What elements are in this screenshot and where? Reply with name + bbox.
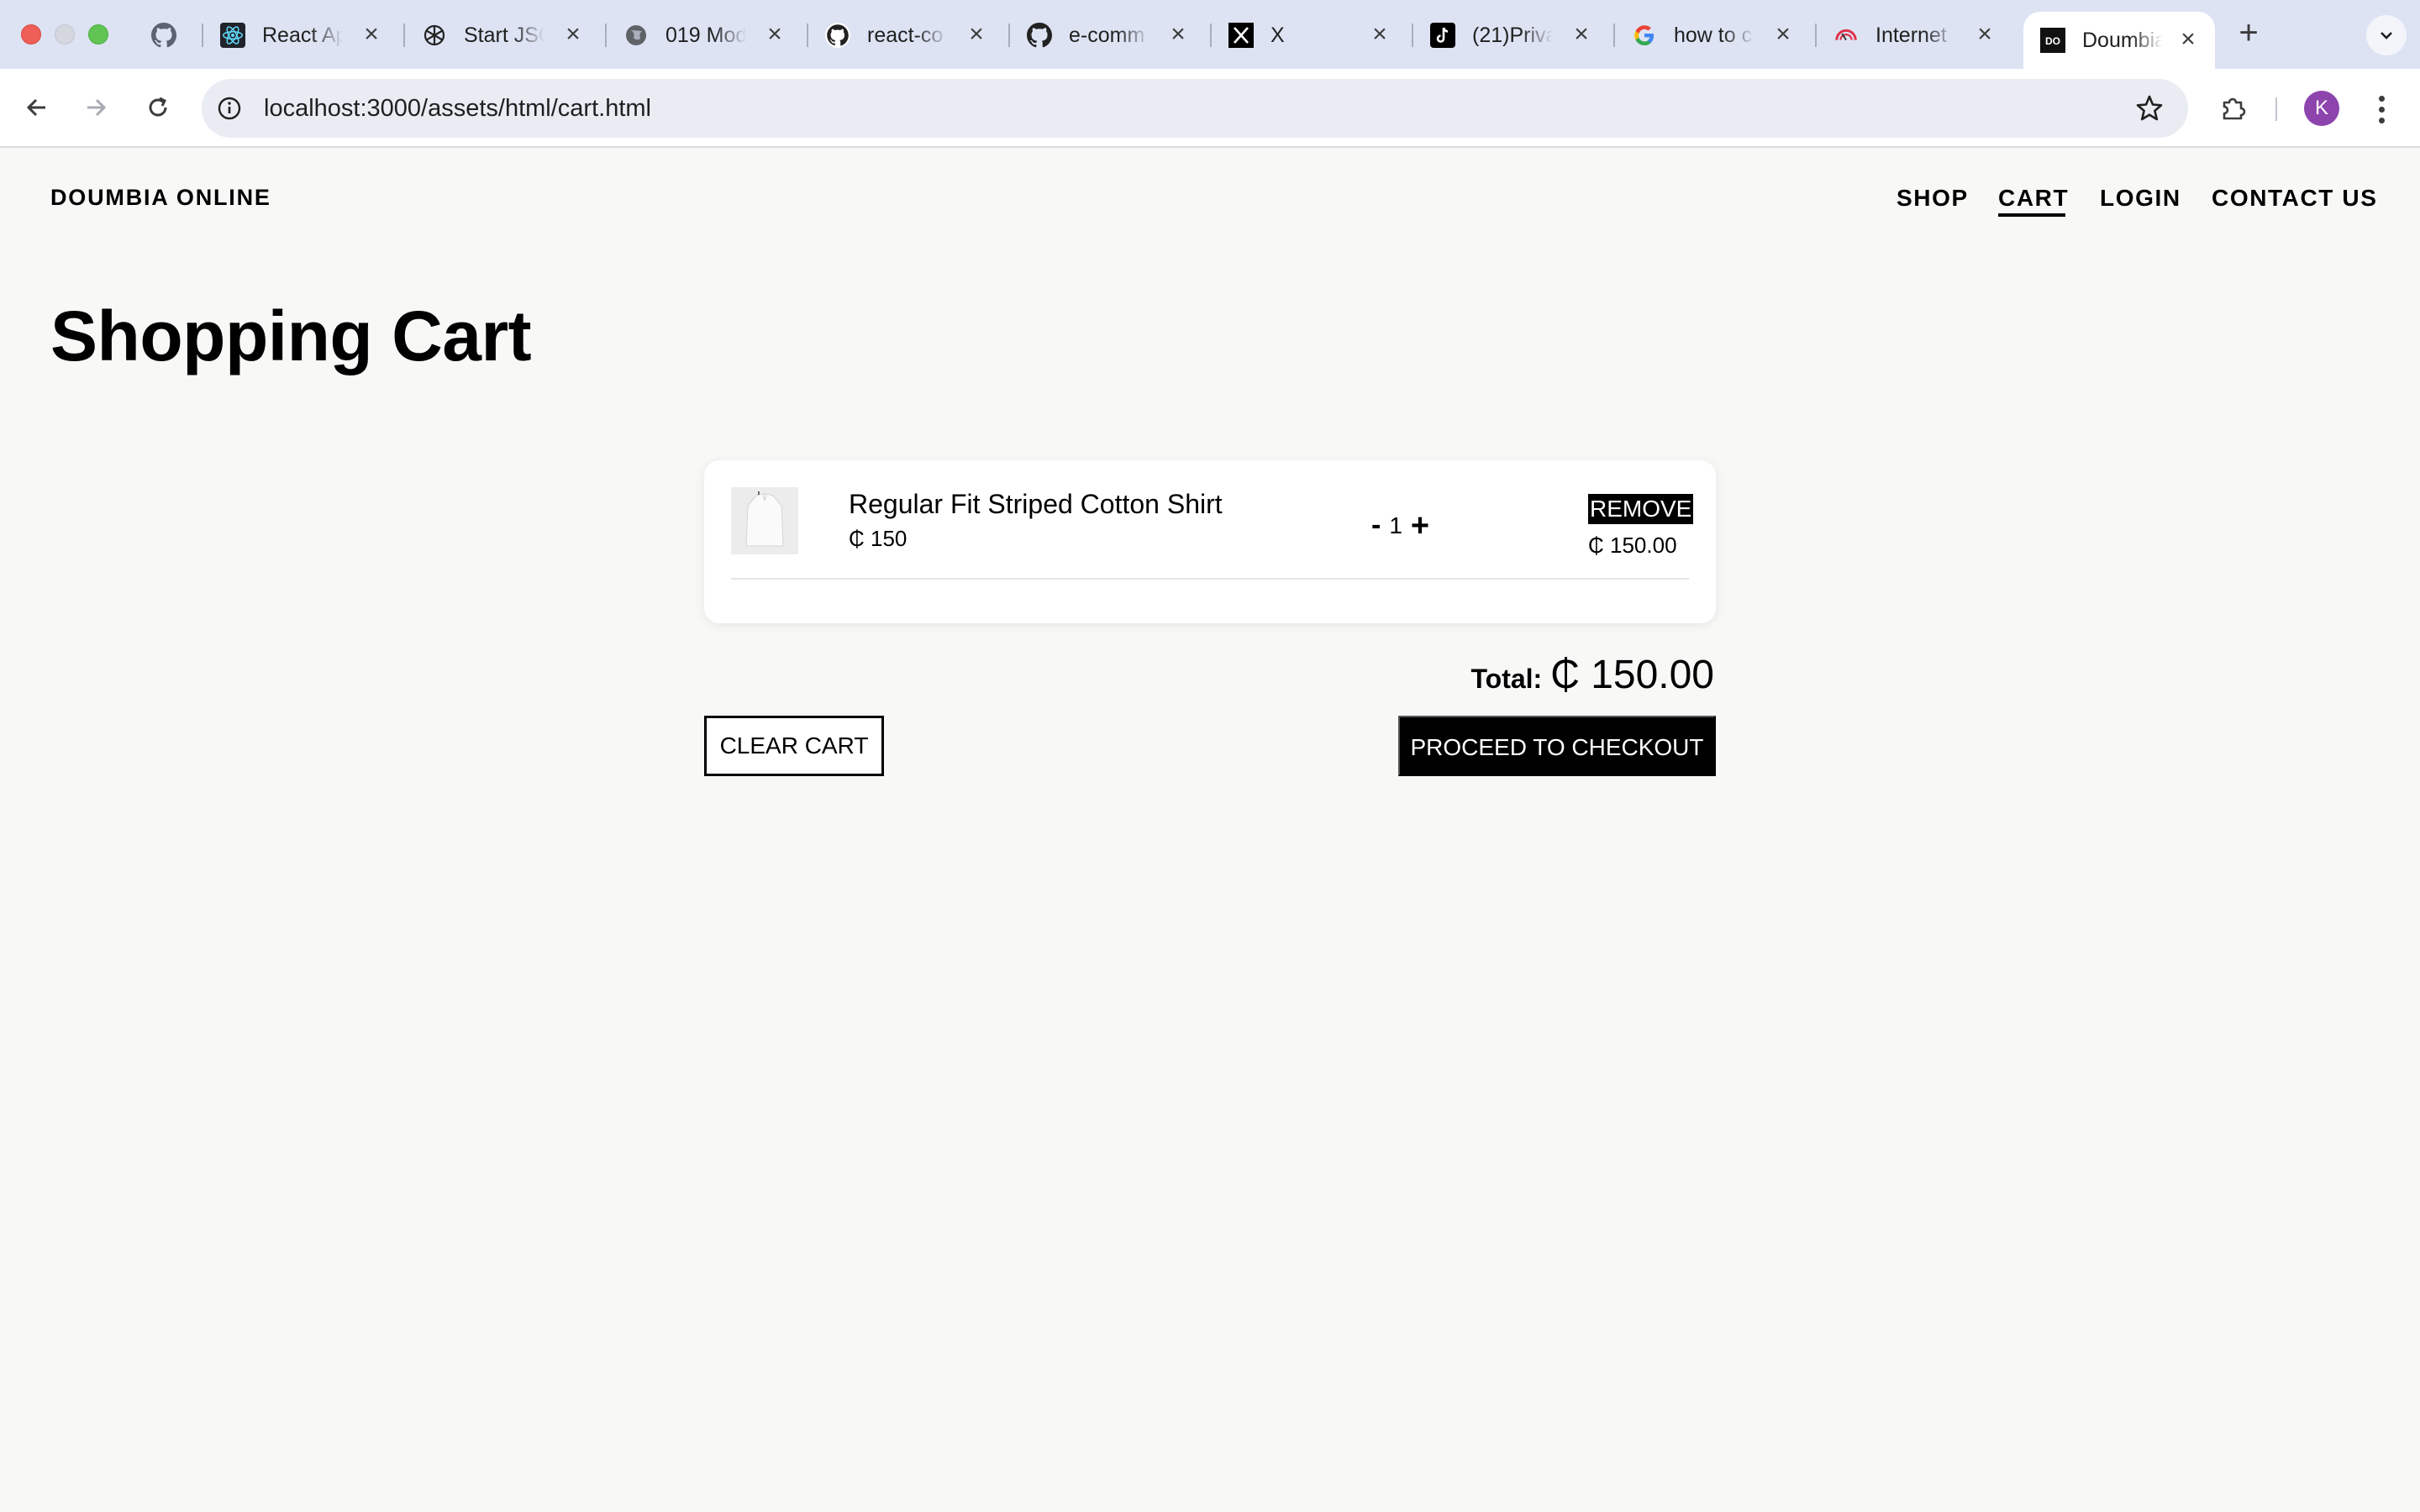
github-icon [1027,23,1052,48]
nav-link-cart[interactable]: CART [1998,185,2069,212]
chevron-down-icon [2381,32,2392,39]
browser-tab[interactable]: React App × [220,15,385,55]
tab-close-icon[interactable]: × [1770,22,1797,49]
window-close-button[interactable] [21,24,41,45]
browser-tab[interactable]: Internet × [1833,15,1998,55]
clear-cart-button[interactable]: CLEAR CART [704,716,884,776]
url-text[interactable]: localhost:3000/assets/html/cart.html [264,95,651,123]
tab-title: (21)Priva [1472,23,1553,47]
address-bar[interactable]: localhost:3000/assets/html/cart.html [202,79,2188,138]
shirt-image [731,487,798,554]
back-button[interactable] [17,87,57,128]
browser-menu-button[interactable] [2363,91,2400,128]
site-info-icon[interactable] [212,91,247,126]
browser-tab[interactable] [151,15,180,55]
tab-close-icon[interactable]: × [963,22,990,49]
react-icon [220,23,245,48]
tab-close-icon[interactable]: × [1165,22,1192,49]
total-value: ₵ 150.00 [1550,653,1714,697]
openai-icon [422,23,447,48]
quantity-value: 1 [1389,512,1402,538]
tab-title: react-co [867,23,944,47]
new-tab-button[interactable]: + [2232,16,2265,50]
total-label: Total: [1470,664,1543,694]
x-logo-icon [1228,23,1254,48]
page-title: Shopping Cart [50,297,532,375]
browser-tab[interactable]: e-comm × [1027,15,1192,55]
cart-items-card: Regular Fit Striped Cotton Shirt ₵ 150 -… [704,460,1716,623]
reload-icon [149,97,167,117]
globe-icon [623,23,649,48]
forward-button[interactable] [76,87,116,128]
tab-close-icon[interactable]: × [1366,22,1393,49]
decrease-quantity-button[interactable]: - [1371,509,1381,542]
window-maximize-button[interactable] [88,24,108,45]
browser-tab[interactable]: (21)Priva × [1430,15,1595,55]
product-unit-price: ₵ 150 [849,526,908,551]
tab-close-icon[interactable]: × [358,22,385,49]
quantity-stepper: - 1 + [1371,509,1429,542]
extensions-button[interactable] [2213,87,2254,128]
tab-close-icon[interactable]: × [2175,27,2202,54]
tab-title: how to c [1674,23,1753,47]
cart-total: Total: ₵ 150.00 [1470,652,1714,698]
tab-title: e-comm [1069,23,1145,47]
nav-link-login[interactable]: LOGIN [2100,185,2181,212]
puzzle-piece-icon [2223,97,2246,120]
toolbar-divider [2275,97,2277,121]
site-favicon-icon: DO [2040,28,2065,53]
nav-link-shop[interactable]: SHOP [1897,185,1969,212]
site-brand-logo[interactable]: DOUMBIA ONLINE [50,185,271,211]
speedometer-icon [1833,23,1859,48]
github-icon [151,23,176,48]
line-item-total: ₵ 150.00 [1588,533,1677,558]
svg-text:DO: DO [2045,35,2060,47]
google-icon [1632,23,1657,48]
tab-title: Start JSON [464,23,544,47]
tab-title: 019 Mod [666,23,746,47]
browser-tab[interactable]: react-co × [825,15,990,55]
browser-tab[interactable]: X × [1228,15,1393,55]
product-thumbnail[interactable] [731,487,798,554]
product-name[interactable]: Regular Fit Striped Cotton Shirt [849,489,1223,520]
menu-dot [2378,106,2385,113]
tab-title: Doumbia [2082,28,2163,52]
active-nav-underline [1998,213,2065,217]
browser-tab-active[interactable]: DO Doumbia × [2023,12,2215,69]
browser-tab-strip: React App × Start JSON × 019 Mod × react… [0,0,2420,69]
proceed-to-checkout-button[interactable]: PROCEED TO CHECKOUT [1398,716,1716,776]
browser-toolbar: localhost:3000/assets/html/cart.html K [0,69,2420,148]
remove-item-button[interactable]: REMOVE [1588,494,1694,524]
bookmark-star-icon[interactable] [2134,93,2165,123]
window-minimize-button[interactable] [55,24,75,45]
tab-title: Internet [1876,23,1947,47]
profile-avatar[interactable]: K [2304,91,2339,126]
arrow-right-icon [87,98,107,117]
tab-title: React App [262,23,343,47]
browser-tab[interactable]: 019 Mod × [623,15,788,55]
tab-search-button[interactable] [2366,15,2407,55]
browser-tab[interactable]: how to c × [1632,15,1797,55]
item-divider [731,578,1689,580]
tab-close-icon[interactable]: × [761,22,788,49]
github-icon [825,23,850,48]
tab-close-icon[interactable]: × [560,22,587,49]
tiktok-icon [1430,23,1455,48]
menu-dot [2378,117,2385,123]
tab-close-icon[interactable]: × [1971,22,1998,49]
increase-quantity-button[interactable]: + [1411,510,1429,542]
tab-close-icon[interactable]: × [1568,22,1595,49]
tab-title: X [1270,23,1285,47]
reload-button[interactable] [138,87,178,128]
nav-link-contact[interactable]: CONTACT US [2212,185,2377,212]
browser-tab[interactable]: Start JSON × [422,15,587,55]
menu-dot [2378,95,2385,102]
arrow-left-icon [26,98,45,117]
